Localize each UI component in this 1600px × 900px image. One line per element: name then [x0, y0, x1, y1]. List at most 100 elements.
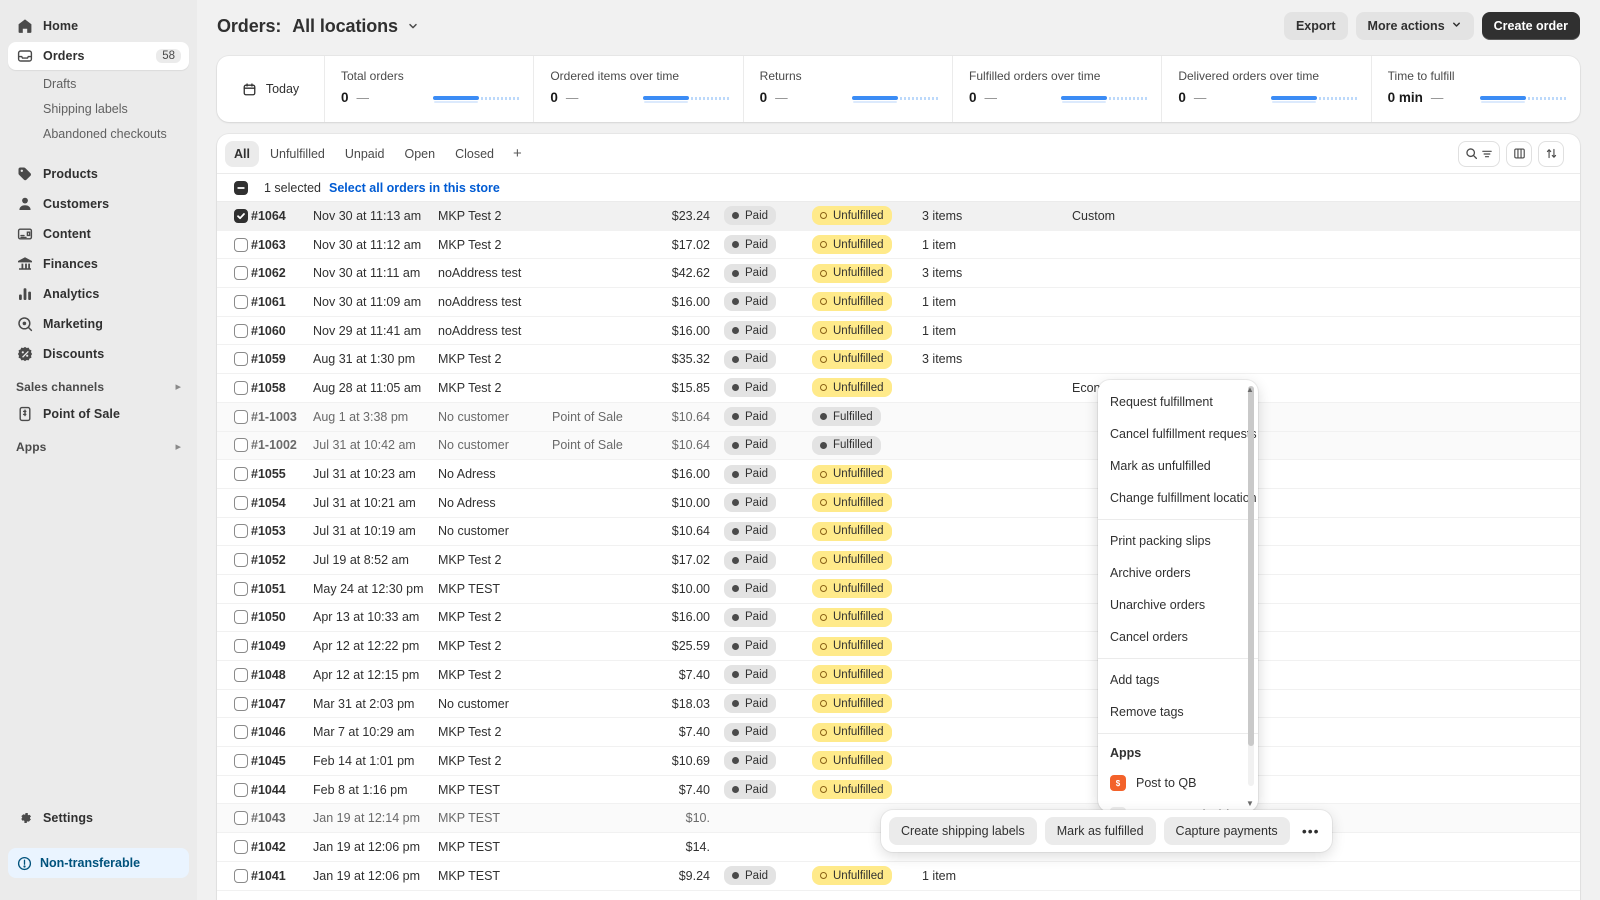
- tab-closed[interactable]: Closed: [446, 141, 503, 167]
- tab-unfulfilled[interactable]: Unfulfilled: [261, 141, 334, 167]
- menu-item-mark-as-unfulfilled[interactable]: Mark as unfulfilled: [1098, 450, 1258, 482]
- table-row[interactable]: #1-1003Aug 1 at 3:38 pmNo customerPoint …: [217, 403, 1580, 432]
- sidebar-item-orders[interactable]: Orders 58: [8, 42, 189, 70]
- row-checkbox[interactable]: [234, 324, 248, 338]
- menu-item-request-fulfillment[interactable]: Request fulfillment: [1098, 386, 1258, 418]
- menu-item-add-tags[interactable]: Add tags: [1098, 664, 1258, 696]
- row-checkbox[interactable]: [234, 352, 248, 366]
- sidebar-item-home[interactable]: Home: [8, 12, 189, 40]
- row-checkbox[interactable]: [234, 496, 248, 510]
- sidebar-item-customers[interactable]: Customers: [8, 190, 189, 218]
- table-row[interactable]: #1061Nov 30 at 11:09 amnoAddress test$16…: [217, 288, 1580, 317]
- table-row[interactable]: #1050Apr 13 at 10:33 amMKP Test 2$16.00P…: [217, 604, 1580, 633]
- menu-item-cancel-orders[interactable]: Cancel orders: [1098, 621, 1258, 653]
- sidebar-section-sales-channels[interactable]: Sales channels ▸: [8, 374, 189, 400]
- metric-delivered-orders-over-time[interactable]: Delivered orders over time 0 —: [1162, 56, 1371, 122]
- select-all-checkbox[interactable]: [234, 181, 248, 195]
- table-row[interactable]: #1045Feb 14 at 1:01 pmMKP Test 2$10.69Pa…: [217, 747, 1580, 776]
- table-row[interactable]: #1041Jan 19 at 12:06 pmMKP TEST$9.24Paid…: [217, 862, 1580, 891]
- table-row[interactable]: #1044Feb 8 at 1:16 pmMKP TEST$7.40PaidUn…: [217, 776, 1580, 805]
- metric-time-to-fulfill[interactable]: Time to fulfill 0 min —: [1372, 56, 1580, 122]
- tab-open[interactable]: Open: [396, 141, 445, 167]
- add-view-button[interactable]: +: [505, 141, 530, 167]
- table-row[interactable]: #1051May 24 at 12:30 pmMKP TEST$10.00Pai…: [217, 575, 1580, 604]
- sidebar-item-content[interactable]: Content: [8, 220, 189, 248]
- row-checkbox[interactable]: [234, 668, 248, 682]
- table-row[interactable]: #1063Nov 30 at 11:12 amMKP Test 2$17.02P…: [217, 231, 1580, 260]
- row-checkbox[interactable]: [234, 553, 248, 567]
- row-checkbox[interactable]: [234, 811, 248, 825]
- search-and-filter-button[interactable]: [1458, 141, 1500, 167]
- table-row[interactable]: #1059Aug 31 at 1:30 pmMKP Test 2$35.32Pa…: [217, 345, 1580, 374]
- row-checkbox[interactable]: [234, 725, 248, 739]
- row-checkbox[interactable]: [234, 209, 248, 223]
- sidebar-item-abandoned-checkouts[interactable]: Abandoned checkouts: [8, 122, 189, 146]
- caret-up-icon[interactable]: ▲: [1245, 384, 1255, 394]
- capture-payments-button[interactable]: Capture payments: [1164, 817, 1290, 845]
- table-row[interactable]: #1049Apr 12 at 12:22 pmMKP Test 2$25.59P…: [217, 632, 1580, 661]
- row-checkbox[interactable]: [234, 582, 248, 596]
- table-row[interactable]: #1055Jul 31 at 10:23 amNo Adress$16.00Pa…: [217, 460, 1580, 489]
- table-row[interactable]: #1047Mar 31 at 2:03 pmNo customer$18.03P…: [217, 690, 1580, 719]
- create-shipping-labels-button[interactable]: Create shipping labels: [889, 817, 1037, 845]
- chevron-down-icon[interactable]: [407, 20, 419, 32]
- more-actions-button[interactable]: More actions: [1356, 12, 1474, 40]
- table-row[interactable]: #1060Nov 29 at 11:41 amnoAddress test$16…: [217, 317, 1580, 346]
- non-transferable-banner[interactable]: Non-transferable: [8, 848, 189, 878]
- menu-item-remove-tags[interactable]: Remove tags: [1098, 696, 1258, 728]
- sidebar-item-settings[interactable]: Settings: [8, 804, 189, 832]
- metric-returns[interactable]: Returns 0 —: [744, 56, 953, 122]
- row-checkbox[interactable]: [234, 295, 248, 309]
- sidebar-item-analytics[interactable]: Analytics: [8, 280, 189, 308]
- scrollbar-thumb[interactable]: [1248, 386, 1254, 746]
- sidebar-item-marketing[interactable]: Marketing: [8, 310, 189, 338]
- dropdown-scrollbar[interactable]: [1248, 386, 1254, 786]
- sidebar-item-products[interactable]: Products: [8, 160, 189, 188]
- row-checkbox[interactable]: [234, 238, 248, 252]
- menu-item-post-to-qb[interactable]: $ Post to QB: [1098, 767, 1258, 799]
- row-checkbox[interactable]: [234, 467, 248, 481]
- row-checkbox[interactable]: [234, 639, 248, 653]
- row-checkbox[interactable]: [234, 610, 248, 624]
- sidebar-item-drafts[interactable]: Drafts: [8, 72, 189, 96]
- today-date-selector[interactable]: Today: [217, 56, 325, 122]
- row-checkbox[interactable]: [234, 840, 248, 854]
- sidebar-section-apps[interactable]: Apps ▸: [8, 434, 189, 460]
- menu-item-print-packing-slips[interactable]: Print packing slips: [1098, 525, 1258, 557]
- metric-total-orders[interactable]: Total orders 0 —: [325, 56, 534, 122]
- create-order-button[interactable]: Create order: [1482, 12, 1580, 40]
- select-all-orders-link[interactable]: Select all orders in this store: [329, 181, 500, 195]
- ellipsis-icon[interactable]: •••: [1298, 818, 1324, 844]
- row-checkbox[interactable]: [234, 438, 248, 452]
- sidebar-item-discounts[interactable]: Discounts: [8, 340, 189, 368]
- table-row[interactable]: #1052Jul 19 at 8:52 amMKP Test 2$17.02Pa…: [217, 546, 1580, 575]
- tab-unpaid[interactable]: Unpaid: [336, 141, 394, 167]
- table-row[interactable]: #1046Mar 7 at 10:29 amMKP Test 2$7.40Pai…: [217, 718, 1580, 747]
- caret-down-icon[interactable]: ▼: [1245, 798, 1255, 808]
- table-row[interactable]: #1054Jul 31 at 10:21 amNo Adress$10.00Pa…: [217, 489, 1580, 518]
- row-checkbox[interactable]: [234, 697, 248, 711]
- sidebar-item-shipping-labels[interactable]: Shipping labels: [8, 97, 189, 121]
- menu-item-unarchive-orders[interactable]: Unarchive orders: [1098, 589, 1258, 621]
- sidebar-item-finances[interactable]: Finances: [8, 250, 189, 278]
- table-row[interactable]: #1053Jul 31 at 10:19 amNo customer$10.64…: [217, 518, 1580, 547]
- tab-all[interactable]: All: [225, 141, 259, 167]
- metric-fulfilled-orders-over-time[interactable]: Fulfilled orders over time 0 —: [953, 56, 1162, 122]
- row-checkbox[interactable]: [234, 381, 248, 395]
- sidebar-item-point-of-sale[interactable]: Point of Sale: [8, 400, 189, 428]
- menu-item-change-fulfillment-location[interactable]: Change fulfillment location: [1098, 482, 1258, 514]
- mark-as-fulfilled-button[interactable]: Mark as fulfilled: [1045, 817, 1156, 845]
- menu-item-archive-orders[interactable]: Archive orders: [1098, 557, 1258, 589]
- export-button[interactable]: Export: [1284, 12, 1348, 40]
- edit-columns-button[interactable]: [1506, 141, 1532, 167]
- menu-item-cancel-fulfillment-requests[interactable]: Cancel fulfillment requests: [1098, 418, 1258, 450]
- sort-button[interactable]: [1538, 141, 1564, 167]
- row-checkbox[interactable]: [234, 266, 248, 280]
- table-row[interactable]: #1064Nov 30 at 11:13 amMKP Test 2$23.24P…: [217, 202, 1580, 231]
- row-checkbox[interactable]: [234, 754, 248, 768]
- row-checkbox[interactable]: [234, 783, 248, 797]
- row-checkbox[interactable]: [234, 524, 248, 538]
- metric-ordered-items-over-time[interactable]: Ordered items over time 0 —: [534, 56, 743, 122]
- table-row[interactable]: #1062Nov 30 at 11:11 amnoAddress test$42…: [217, 259, 1580, 288]
- row-checkbox[interactable]: [234, 410, 248, 424]
